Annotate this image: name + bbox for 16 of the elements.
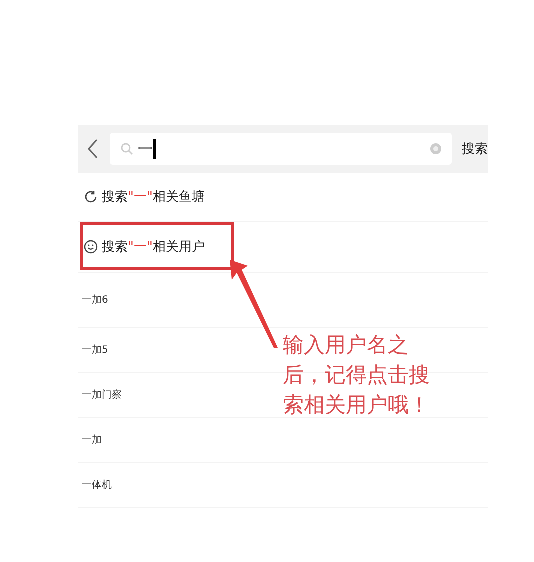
search-action-label: 搜索"一"相关鱼塘 (102, 189, 205, 206)
suggestion-item[interactable]: 一加6 (82, 293, 108, 307)
suggestion-item[interactable]: 一加 (82, 433, 102, 447)
search-action-row[interactable]: 搜索"一"相关鱼塘 (78, 173, 488, 222)
suggestion-item[interactable]: 一加门察 (82, 388, 122, 402)
back-icon[interactable] (86, 138, 100, 160)
annotation-text: 输入用户名之后，记得点击搜索相关用户哦！ (283, 332, 431, 419)
suggestion-item[interactable]: 一体机 (82, 478, 112, 492)
text-cursor (153, 139, 156, 159)
search-button[interactable]: 搜索 (462, 140, 488, 158)
smiley-icon (84, 240, 98, 254)
refresh-icon (84, 190, 98, 204)
suggestion-item[interactable]: 一加5 (82, 343, 108, 357)
search-field[interactable]: 一 (110, 133, 452, 165)
search-action-label: 搜索"一"相关用户 (102, 239, 205, 256)
search-icon (120, 142, 134, 156)
